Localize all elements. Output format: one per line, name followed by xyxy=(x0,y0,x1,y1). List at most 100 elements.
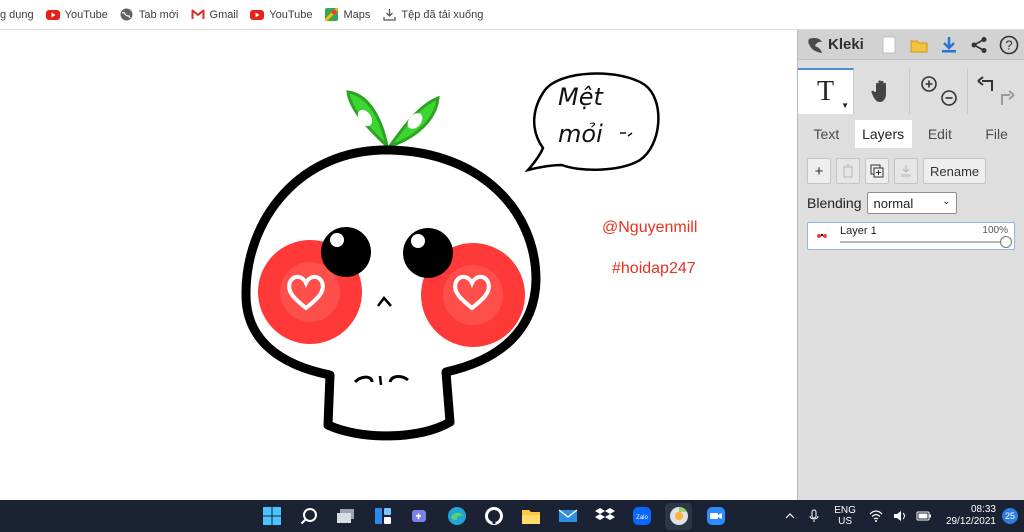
search-icon[interactable] xyxy=(295,503,322,530)
tab-edit[interactable]: Edit xyxy=(912,120,969,148)
volume-icon[interactable] xyxy=(891,507,909,525)
layer-opacity-handle[interactable] xyxy=(1000,236,1012,248)
bookmark-downloads[interactable]: Tệp đã tải xuống xyxy=(376,4,489,26)
tab-file[interactable]: File xyxy=(968,120,1024,148)
file-explorer-icon[interactable] xyxy=(517,503,544,530)
chevron-up-icon[interactable] xyxy=(781,507,799,525)
rename-layer-button[interactable]: Rename xyxy=(923,158,987,184)
redo-icon[interactable] xyxy=(1001,90,1015,105)
dropbox-icon[interactable] xyxy=(591,503,618,530)
zoom-icon[interactable] xyxy=(702,503,729,530)
kleki-brand[interactable]: Kleki xyxy=(806,35,864,55)
text-tool-label: T xyxy=(816,76,835,107)
share-icon[interactable] xyxy=(967,33,991,57)
hand-tool-button[interactable] xyxy=(854,68,910,114)
microphone-icon[interactable] xyxy=(805,507,823,525)
blending-value: normal xyxy=(873,195,914,211)
zalo-label: Zalo xyxy=(636,515,648,521)
teams-icon[interactable] xyxy=(406,503,433,530)
taskbar-apps: Zalo xyxy=(258,500,729,532)
undo-redo-controls xyxy=(968,68,1024,114)
tab-layers[interactable]: Layers xyxy=(854,120,912,148)
widgets-icon[interactable] xyxy=(369,503,396,530)
bookmark-label: Tab mới xyxy=(138,8,179,21)
kleki-logo-icon xyxy=(808,37,822,53)
chevron-down-icon: ⌄ xyxy=(942,196,951,207)
blending-row: Blending normal ⌄ xyxy=(807,192,957,214)
add-layer-button[interactable]: + xyxy=(807,158,831,184)
layer-thumbnail xyxy=(813,229,831,243)
chrome-icon[interactable] xyxy=(665,502,692,530)
mail-icon[interactable] xyxy=(554,503,581,530)
hand-icon xyxy=(870,80,886,102)
download-icon[interactable] xyxy=(937,33,961,57)
bookmark-label: Maps xyxy=(343,8,371,21)
chevron-down-icon: ▼ xyxy=(841,101,849,110)
clock[interactable]: 08:33 29/12/2021 xyxy=(946,504,996,528)
zoom-controls xyxy=(910,68,968,114)
duplicate-layer-button[interactable] xyxy=(865,158,889,184)
blending-label: Blending xyxy=(807,195,862,211)
tab-text[interactable]: Text xyxy=(798,120,855,148)
youtube-icon xyxy=(45,8,60,22)
kleki-top-actions: ? xyxy=(877,33,1021,57)
bookmark-label: YouTube xyxy=(64,8,108,21)
eye-right xyxy=(403,228,453,278)
layer-actions: + Rename xyxy=(807,158,987,184)
bookmarks-bar: g dụng YouTube Tab mới Gmail YouTube Map… xyxy=(0,0,1024,30)
zoom-in-icon[interactable] xyxy=(920,76,937,92)
speech-bubble-line2: mỏi xyxy=(558,120,603,148)
kleki-toolbar: T ▼ xyxy=(798,68,1024,114)
bookmark-apps[interactable]: g dụng xyxy=(0,4,40,26)
clock-time: 08:33 xyxy=(970,504,996,515)
open-folder-icon[interactable] xyxy=(907,33,931,57)
edge-icon[interactable] xyxy=(443,503,470,530)
kleki-topbar: Kleki ? xyxy=(798,30,1024,60)
layer-opacity-track[interactable] xyxy=(840,241,1008,243)
zalo-icon[interactable]: Zalo xyxy=(628,503,655,530)
merge-layer-button[interactable] xyxy=(894,158,918,184)
windows-start-icon[interactable] xyxy=(258,503,285,530)
duplicate-icon xyxy=(870,164,884,178)
speech-bubble-line1: Mệt xyxy=(558,83,604,111)
bookmark-label: g dụng xyxy=(0,8,34,21)
notification-badge[interactable]: 25 xyxy=(1002,508,1018,524)
layer-name: Layer 1 xyxy=(840,225,877,237)
merge-down-icon xyxy=(901,165,911,177)
github-icon[interactable] xyxy=(480,503,507,530)
undo-icon[interactable] xyxy=(977,76,993,91)
svg-text:?: ? xyxy=(1005,38,1012,53)
language-region: US xyxy=(838,516,853,527)
bookmark-label: YouTube xyxy=(269,8,313,21)
taskbar: Zalo ENG US 08:33 29/12/2021 25 xyxy=(0,500,1024,532)
clock-date: 29/12/2021 xyxy=(945,516,996,527)
language-code: ENG xyxy=(834,505,856,516)
bookmark-new-tab[interactable]: Tab mới xyxy=(114,4,185,26)
bookmark-label: Gmail xyxy=(209,8,239,21)
battery-icon[interactable] xyxy=(915,507,933,525)
zoom-out-icon[interactable] xyxy=(940,90,957,106)
hashtag: #hoidap247 xyxy=(612,260,696,277)
wifi-icon[interactable] xyxy=(867,507,885,525)
gmail-icon xyxy=(190,8,205,22)
bookmark-youtube[interactable]: YouTube xyxy=(40,4,114,26)
bookmark-youtube-2[interactable]: YouTube xyxy=(244,4,318,26)
drawing-canvas[interactable]: Mệt mỏi @Nguyenmill #hoidap247 xyxy=(0,30,797,500)
globe-icon xyxy=(120,8,134,22)
trash-icon xyxy=(843,164,853,178)
layer-row[interactable]: Layer 1 100% xyxy=(807,222,1015,250)
blending-select[interactable]: normal ⌄ xyxy=(866,192,957,214)
help-icon[interactable]: ? xyxy=(997,33,1021,57)
new-image-icon[interactable] xyxy=(877,33,901,57)
bookmark-label: Tệp đã tải xuống xyxy=(401,8,484,21)
delete-layer-button[interactable] xyxy=(836,158,860,184)
artist-handle: @Nguyenmill xyxy=(602,219,698,236)
maps-icon xyxy=(324,8,338,22)
text-tool-button[interactable]: T ▼ xyxy=(798,68,854,114)
system-tray: ENG US 08:33 29/12/2021 25 xyxy=(778,500,1024,532)
bookmark-maps[interactable]: Maps xyxy=(318,4,376,26)
screen: g dụng YouTube Tab mới Gmail YouTube Map… xyxy=(0,0,1024,532)
language-indicator[interactable]: ENG US xyxy=(834,505,856,527)
task-view-icon[interactable] xyxy=(332,503,359,530)
bookmark-gmail[interactable]: Gmail xyxy=(185,4,245,26)
